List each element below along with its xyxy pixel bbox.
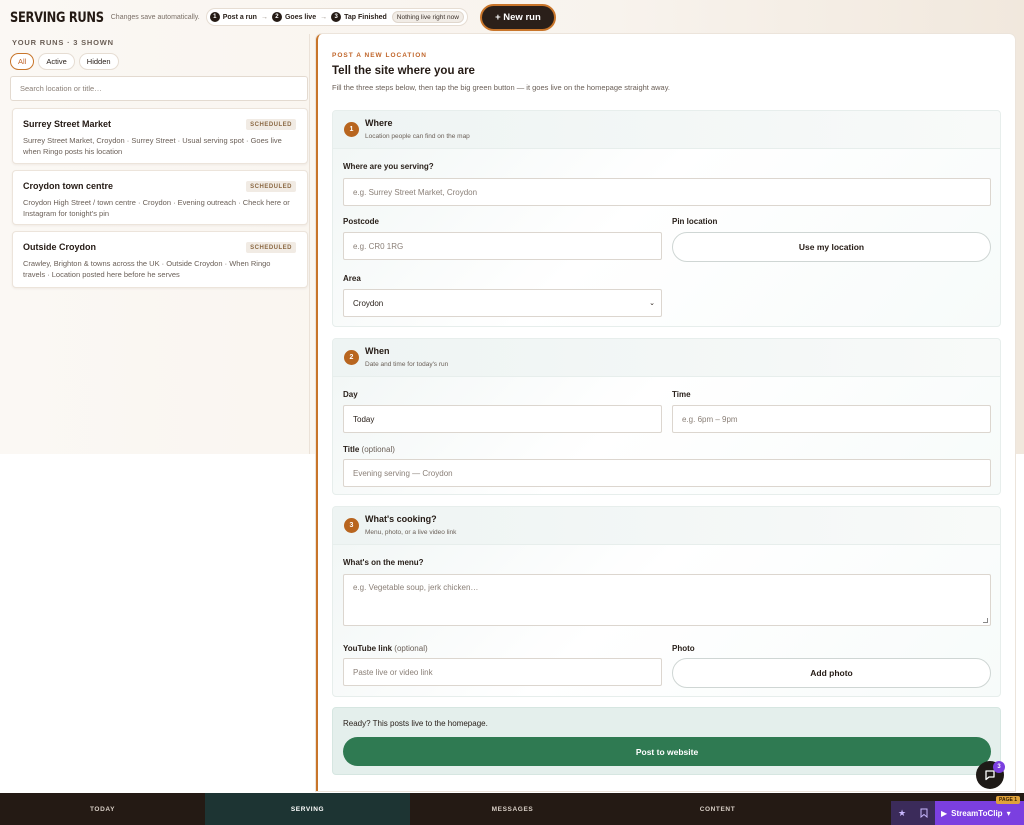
status-badge: SCHEDULED — [246, 242, 296, 253]
new-run-button[interactable]: + New run — [479, 3, 556, 31]
section-header: 2 When Date and time for today's run — [333, 339, 1000, 377]
where-section: 1 Where Location people can find on the … — [332, 110, 1001, 327]
section-title: Where — [365, 118, 393, 128]
add-photo-button[interactable]: Add photo — [672, 658, 991, 688]
run-card[interactable]: Surrey Street Market SCHEDULED Surrey St… — [12, 108, 308, 164]
runs-panel: YOUR RUNS · 3 SHOWN All Active Hidden Se… — [10, 34, 310, 454]
chevron-down-icon: ⌄ — [649, 300, 655, 307]
chevron-down-icon: ▾ — [1006, 808, 1011, 818]
run-card[interactable]: Outside Croydon SCHEDULED Crawley, Brigh… — [12, 231, 308, 288]
form-subtitle: Fill the three steps below, then tap the… — [332, 83, 670, 92]
status-badge: SCHEDULED — [246, 119, 296, 130]
bookmark-icon-shape — [920, 808, 928, 818]
extension-name: StreamToClip — [951, 808, 1003, 818]
step-number: 3 — [344, 518, 359, 533]
run-description: Surrey Street Market, Croydon · Surrey S… — [23, 136, 282, 156]
postcode-label: Postcode — [343, 217, 380, 226]
cooking-section: 3 What's cooking? Menu, photo, or a live… — [332, 506, 1001, 697]
form-title: Tell the site where you are — [332, 65, 475, 77]
extension-tag: PAGE 1 — [996, 796, 1020, 804]
step-label: Tap Finished — [344, 13, 387, 21]
step-number: 1 — [344, 122, 359, 137]
section-subtitle: Location people can find on the map — [365, 133, 470, 140]
nav-serving[interactable]: SERVING — [205, 793, 410, 825]
area-selected-value: Croydon — [353, 298, 384, 308]
nav-content[interactable]: CONTENT — [615, 793, 820, 825]
youtube-label-text: YouTube link — [343, 644, 393, 653]
status-badge: SCHEDULED — [246, 181, 296, 192]
day-label: Day — [343, 390, 358, 399]
step-number: 3 — [331, 12, 342, 22]
run-card[interactable]: Croydon town centre SCHEDULED Croydon Hi… — [12, 170, 308, 225]
serving-location-input[interactable]: e.g. Surrey Street Market, Croydon — [343, 178, 991, 206]
run-description: Crawley, Brighton & towns across the UK … — [23, 259, 271, 279]
extension-toolbar: ★ ▶ StreamToClip ▾ — [891, 801, 1024, 825]
runs-panel-title: YOUR RUNS · 3 SHOWN — [12, 38, 114, 47]
title-label: Title (optional) — [343, 445, 395, 454]
step-number: 2 — [344, 350, 359, 365]
step-number: 2 — [271, 12, 282, 22]
run-description: Croydon High Street / town centre · Croy… — [23, 198, 290, 218]
step-label: Goes live — [284, 13, 317, 21]
day-input[interactable]: Today — [343, 405, 662, 433]
step-label: Post a run — [222, 13, 257, 21]
photo-label: Photo — [672, 644, 695, 653]
time-input[interactable]: e.g. 6pm – 9pm — [672, 405, 991, 433]
nav-messages[interactable]: MESSAGES — [410, 793, 615, 825]
post-to-website-button[interactable]: Post to website — [343, 737, 991, 766]
postcode-input[interactable]: e.g. CR0 1RG — [343, 232, 662, 260]
ready-text: Ready? This posts live to the homepage. — [343, 719, 488, 728]
area-label: Area — [343, 274, 361, 283]
section-header: 1 Where Location people can find on the … — [333, 111, 1000, 149]
run-filters: All Active Hidden — [10, 53, 119, 70]
section-title: What's cooking? — [365, 514, 437, 524]
section-title: When — [365, 346, 390, 356]
menu-placeholder: e.g. Vegetable soup, jerk chicken… — [353, 583, 479, 592]
youtube-label: YouTube link (optional) — [343, 644, 428, 653]
optional-hint: (optional) — [394, 644, 428, 653]
arrow-right-icon: → — [260, 13, 268, 21]
when-section: 2 When Date and time for today's run Day… — [332, 338, 1001, 495]
resize-handle[interactable] — [983, 618, 988, 623]
menu-textarea[interactable]: e.g. Vegetable soup, jerk chicken… — [343, 574, 991, 626]
time-label: Time — [672, 390, 691, 399]
use-my-location-button[interactable]: Use my location — [672, 232, 991, 262]
bottom-nav: TODAY SERVING MESSAGES CONTENT — [0, 793, 1024, 825]
filter-hidden[interactable]: Hidden — [78, 53, 119, 70]
filter-all[interactable]: All — [10, 53, 35, 70]
area-select[interactable]: Croydon ⌄ — [343, 289, 662, 317]
submit-panel: Ready? This posts live to the homepage. … — [332, 707, 1001, 775]
search-input[interactable]: Search location or title… — [10, 76, 308, 101]
section-header: 3 What's cooking? Menu, photo, or a live… — [333, 507, 1000, 545]
serving-label: Where are you serving? — [343, 162, 434, 171]
optional-hint: (optional) — [361, 445, 395, 454]
brand-logo: SERVING RUNS — [10, 8, 104, 26]
nav-today[interactable]: TODAY — [0, 793, 205, 825]
arrow-right-icon: → — [320, 13, 328, 21]
pin-location-label: Pin location — [672, 217, 718, 226]
live-status-badge: Nothing live right now — [391, 11, 464, 23]
form-kicker: POST A NEW LOCATION — [332, 52, 427, 59]
youtube-link-input[interactable]: Paste live or video link — [343, 658, 662, 686]
filter-active[interactable]: Active — [38, 53, 75, 70]
chat-unread-badge: 3 — [993, 761, 1005, 773]
bookmark-icon[interactable] — [913, 801, 935, 825]
step-number: 1 — [209, 12, 220, 22]
post-location-form: POST A NEW LOCATION Tell the site where … — [316, 34, 1015, 791]
section-subtitle: Menu, photo, or a live video link — [365, 529, 457, 536]
top-bar: SERVING RUNS Changes save automatically.… — [0, 0, 1024, 34]
autosave-note: Changes save automatically. — [110, 13, 200, 21]
title-label-text: Title — [343, 445, 360, 454]
steps-indicator: 1 Post a run → 2 Goes live → 3 Tap Finis… — [205, 8, 468, 26]
star-icon[interactable]: ★ — [891, 801, 913, 825]
section-subtitle: Date and time for today's run — [365, 361, 449, 368]
run-title-input[interactable]: Evening serving — Croydon — [343, 459, 991, 487]
play-icon: ▶ — [941, 808, 948, 818]
extension-button[interactable]: ▶ StreamToClip ▾ — [935, 801, 1024, 825]
menu-label: What's on the menu? — [343, 558, 424, 567]
